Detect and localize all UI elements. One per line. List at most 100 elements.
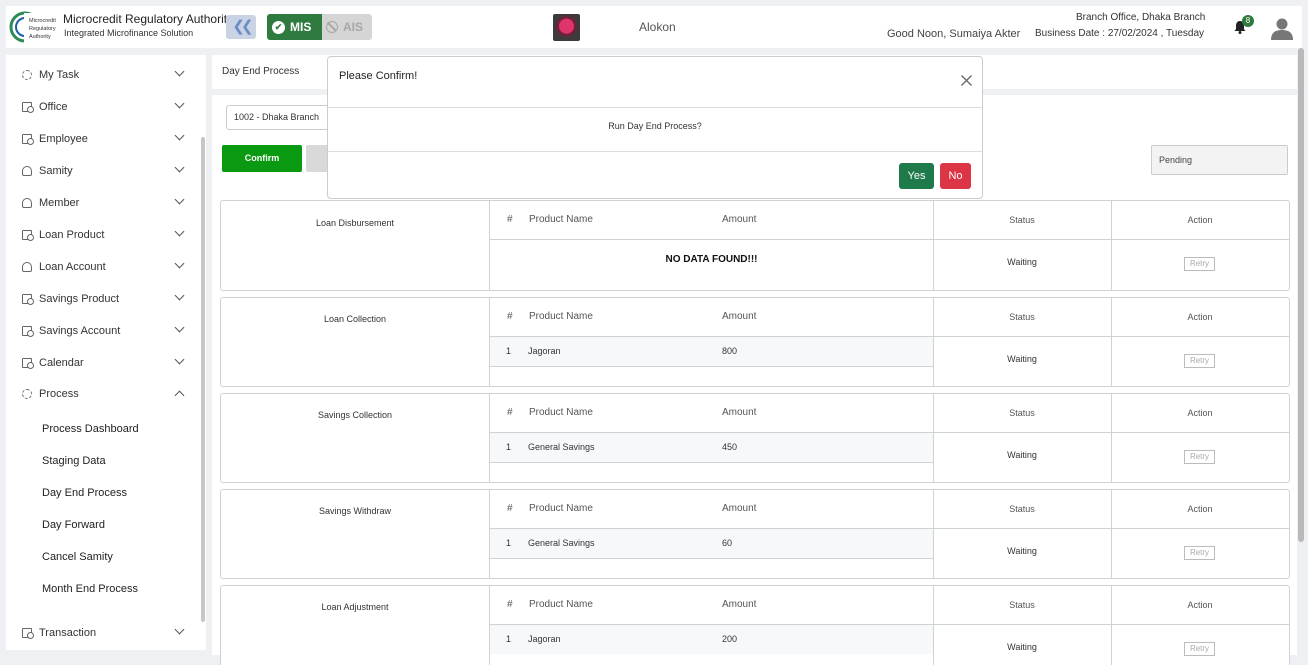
mra-logo: Microcredit Regulatory Authority <box>9 11 59 43</box>
sidebar-item-label: Calendar <box>39 357 84 369</box>
sidebar-item-employee[interactable]: Employee <box>6 129 196 149</box>
retry-button[interactable]: Retry <box>1184 450 1215 464</box>
retry-button[interactable]: Retry <box>1184 546 1215 560</box>
section-savings-withdraw: Savings Withdraw # Product Name Amount S… <box>220 489 1290 579</box>
table-row: 1 General Savings 60 <box>490 529 933 558</box>
close-icon[interactable] <box>960 74 973 87</box>
section-savings-collection: Savings Collection # Product Name Amount… <box>220 393 1290 483</box>
row-num: 1 <box>506 442 512 452</box>
col-header-action: Action <box>1187 408 1213 418</box>
retry-button[interactable]: Retry <box>1184 257 1215 271</box>
col-header-status: Status <box>1009 408 1035 418</box>
svg-text:Microcredit: Microcredit <box>29 18 56 24</box>
row-num: 1 <box>506 634 512 644</box>
col-header-product: Product Name <box>529 599 593 610</box>
sidebar-item-label: Loan Account <box>39 261 106 273</box>
col-header-num: # <box>507 311 513 322</box>
sidebar-item-loan-product[interactable]: Loan Product <box>6 225 196 245</box>
ais-toggle-button[interactable]: AIS <box>322 14 372 40</box>
col-header-num: # <box>507 599 513 610</box>
sidebar-item-samity[interactable]: Samity <box>6 161 196 181</box>
sidebar-item-label: Employee <box>39 133 88 145</box>
table-row: 1 Jagoran 800 <box>490 337 933 366</box>
sidebar-subitem-day-end-process[interactable]: Day End Process <box>42 487 127 499</box>
row-product: General Savings <box>528 442 595 452</box>
sidebar: My Task Office Employee Samity Member Lo… <box>6 55 206 650</box>
org-logo <box>553 14 580 41</box>
branch-select[interactable]: 1002 - Dhaka Branch <box>226 105 336 130</box>
retry-button[interactable]: Retry <box>1184 642 1215 656</box>
sidebar-item-office[interactable]: Office <box>6 97 196 117</box>
chevron-down-icon <box>174 226 185 237</box>
col-header-product: Product Name <box>529 214 593 225</box>
sidebar-subitem-day-forward[interactable]: Day Forward <box>42 519 105 531</box>
row-amount: 800 <box>722 346 738 356</box>
sidebar-item-label: Savings Product <box>39 293 120 305</box>
sidebar-item-member[interactable]: Member <box>6 193 196 213</box>
ais-label: AIS <box>343 20 364 34</box>
col-header-product: Product Name <box>529 407 593 418</box>
section-title: Savings Withdraw <box>318 506 392 516</box>
yes-button[interactable]: Yes <box>899 163 934 189</box>
table-row: 1 General Savings 450 <box>490 433 933 462</box>
col-header-status: Status <box>1009 215 1035 225</box>
col-header-num: # <box>507 503 513 514</box>
status-text: Waiting <box>1007 642 1037 652</box>
col-header-action: Action <box>1187 600 1213 610</box>
notification-badge: 8 <box>1242 15 1254 27</box>
sidebar-item-savings-account[interactable]: Savings Account <box>6 321 196 341</box>
sidebar-item-label: Loan Product <box>39 229 105 241</box>
mis-toggle-button[interactable]: ✔ MIS <box>267 14 322 40</box>
user-avatar-icon[interactable] <box>1270 16 1294 40</box>
sidebar-item-label: Savings Account <box>39 325 121 337</box>
chevron-down-icon <box>174 290 185 301</box>
row-product: Jagoran <box>528 634 561 644</box>
people-icon <box>22 198 32 208</box>
process-status-field: Pending <box>1151 145 1288 175</box>
section-loan-collection: Loan Collection # Product Name Amount St… <box>220 297 1290 387</box>
retry-button[interactable]: Retry <box>1184 354 1215 368</box>
document-icon <box>22 294 34 305</box>
no-button[interactable]: No <box>940 163 971 189</box>
check-circle-icon: ✔ <box>272 20 285 34</box>
sidebar-subitem-cancel-samity[interactable]: Cancel Samity <box>42 551 113 563</box>
document-icon <box>22 358 34 369</box>
top-header: Microcredit Regulatory Authority Microcr… <box>6 6 1302 48</box>
svg-text:Authority: Authority <box>29 34 51 40</box>
sidebar-subitem-process-dashboard[interactable]: Process Dashboard <box>42 423 139 435</box>
document-icon <box>22 326 34 337</box>
sidebar-item-label: Transaction <box>39 627 97 639</box>
org-name: Alokon <box>639 20 676 34</box>
business-date-text: Business Date : 27/02/2024 , Tuesday <box>1035 28 1204 39</box>
chevron-down-icon <box>174 66 185 77</box>
document-icon <box>22 134 34 145</box>
sidebar-scrollbar[interactable] <box>201 137 205 622</box>
sidebar-item-process[interactable]: Process <box>6 384 196 404</box>
sidebar-item-transaction[interactable]: Transaction <box>6 623 196 643</box>
sidebar-subitem-month-end-process[interactable]: Month End Process <box>42 583 138 595</box>
col-header-status: Status <box>1009 312 1035 322</box>
sidebar-subitem-staging-data[interactable]: Staging Data <box>42 455 106 467</box>
document-icon <box>22 230 34 241</box>
col-header-amount: Amount <box>722 503 757 514</box>
mis-label: MIS <box>290 20 312 34</box>
confirm-button[interactable]: Confirm <box>222 145 302 172</box>
branch-office-text: Branch Office, Dhaka Branch <box>1076 12 1206 23</box>
document-icon <box>22 102 34 113</box>
sidebar-item-loan-account[interactable]: Loan Account <box>6 257 196 277</box>
no-data-message: NO DATA FOUND!!! <box>665 254 758 265</box>
chevron-down-icon <box>174 258 185 269</box>
table-row: 1 Jagoran 200 <box>490 625 933 654</box>
sidebar-item-savings-product[interactable]: Savings Product <box>6 289 196 309</box>
chevron-up-icon <box>174 390 185 401</box>
document-icon <box>22 628 34 639</box>
sidebar-item-my-task[interactable]: My Task <box>6 65 196 85</box>
sidebar-item-calendar[interactable]: Calendar <box>6 353 196 373</box>
chevron-down-icon <box>174 624 185 635</box>
double-chevron-left-icon: ❮❮ <box>232 18 253 35</box>
col-header-amount: Amount <box>722 311 757 322</box>
col-header-product: Product Name <box>529 311 593 322</box>
status-text: Waiting <box>1007 450 1037 460</box>
collapse-sidebar-button[interactable]: ❮❮ <box>226 15 256 39</box>
main-scrollbar[interactable] <box>1298 48 1304 542</box>
